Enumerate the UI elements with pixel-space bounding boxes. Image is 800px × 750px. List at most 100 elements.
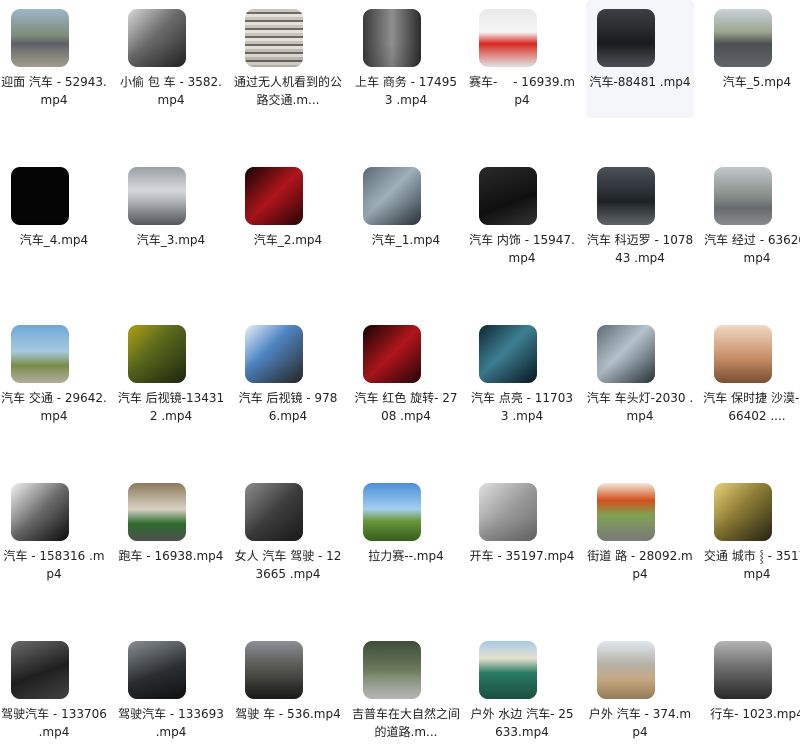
file-item[interactable]: 汽车 车头灯-2030 .mp4 bbox=[586, 316, 694, 434]
video-thumbnail[interactable] bbox=[597, 325, 655, 383]
file-item[interactable]: 汽车_3.mp4 bbox=[117, 158, 225, 276]
file-name: 开车 - 35197.mp4 bbox=[469, 549, 575, 563]
file-name: 跑车 - 16938.mp4 bbox=[118, 549, 224, 563]
file-item[interactable]: 户外 水边 汽车- 25633.mp4 bbox=[468, 632, 576, 750]
file-item[interactable]: 跑车 - 16938.mp4 bbox=[117, 474, 225, 592]
file-name: 汽车 交通 - 29642.mp4 bbox=[1, 391, 107, 423]
video-thumbnail[interactable] bbox=[11, 641, 69, 699]
file-item[interactable]: 开车 - 35197.mp4 bbox=[468, 474, 576, 592]
video-thumbnail[interactable] bbox=[128, 325, 186, 383]
video-thumbnail[interactable] bbox=[11, 9, 69, 67]
file-item[interactable]: 汽车 交通 - 29642.mp4 bbox=[0, 316, 108, 434]
file-item[interactable]: 通过无人机看到的公路交通.m... bbox=[234, 0, 342, 118]
video-thumbnail[interactable] bbox=[363, 641, 421, 699]
video-thumbnail[interactable] bbox=[128, 9, 186, 67]
video-thumbnail[interactable] bbox=[479, 167, 537, 225]
file-name: 汽车 - 158316 .mp4 bbox=[3, 549, 105, 581]
file-name: 汽车_1.mp4 bbox=[371, 233, 441, 247]
file-item[interactable]: 汽车 后视镜 - 9786.mp4 bbox=[234, 316, 342, 434]
file-name: 迎面 汽车 - 52943.mp4 bbox=[1, 75, 107, 107]
file-name: 汽车 经过 - 63620.mp4 bbox=[704, 233, 800, 265]
file-name: 赛车- - 16939.mp4 bbox=[469, 75, 575, 107]
file-item[interactable]: 汽车 科迈罗 - 107843 .mp4 bbox=[586, 158, 694, 276]
video-thumbnail[interactable] bbox=[714, 167, 772, 225]
file-name: 汽车 保时捷 沙漠- 166402 .... bbox=[703, 391, 800, 423]
video-thumbnail[interactable] bbox=[597, 9, 655, 67]
video-thumbnail[interactable] bbox=[597, 167, 655, 225]
file-name: 汽车 科迈罗 - 107843 .mp4 bbox=[586, 233, 694, 265]
file-name: 汽车 后视镜 - 9786.mp4 bbox=[238, 391, 338, 423]
file-item[interactable]: 汽车 红色 旋转- 2708 .mp4 bbox=[352, 316, 460, 434]
file-item[interactable]: 汽车 保时捷 沙漠- 166402 .... bbox=[703, 316, 800, 434]
file-item[interactable]: 街道 路 - 28092.mp4 bbox=[586, 474, 694, 592]
video-thumbnail[interactable] bbox=[479, 483, 537, 541]
video-thumbnail[interactable] bbox=[363, 483, 421, 541]
file-item[interactable]: 汽车_1.mp4 bbox=[352, 158, 460, 276]
file-item[interactable]: 小偷 包 车 - 3582.mp4 bbox=[117, 0, 225, 118]
file-item[interactable]: 户外 汽车 - 374.mp4 bbox=[586, 632, 694, 750]
file-name: 拉力赛--.mp4 bbox=[368, 549, 444, 563]
file-item[interactable]: 迎面 汽车 - 52943.mp4 bbox=[0, 0, 108, 118]
file-name: 上车 商务 - 174953 .mp4 bbox=[355, 75, 457, 107]
file-name: 女人 汽车 驾驶 - 123665 .mp4 bbox=[234, 549, 342, 581]
file-item[interactable]: 汽车-88481 .mp4 bbox=[586, 0, 694, 118]
file-item[interactable]: 汽车 后视镜-134312 .mp4 bbox=[117, 316, 225, 434]
video-thumbnail[interactable] bbox=[714, 9, 772, 67]
file-name: 汽车 车头灯-2030 .mp4 bbox=[586, 391, 694, 423]
file-item[interactable]: 上车 商务 - 174953 .mp4 bbox=[352, 0, 460, 118]
file-item[interactable]: 驾驶 车 - 536.mp4 bbox=[234, 632, 342, 750]
file-name: 驾驶汽车 - 133693 .mp4 bbox=[118, 707, 224, 739]
video-thumbnail[interactable] bbox=[11, 325, 69, 383]
video-thumbnail[interactable] bbox=[128, 167, 186, 225]
video-thumbnail[interactable] bbox=[128, 641, 186, 699]
video-thumbnail[interactable] bbox=[245, 325, 303, 383]
file-item[interactable]: 汽车 点亮 - 117033 .mp4 bbox=[468, 316, 576, 434]
file-name: 汽车_5.mp4 bbox=[722, 75, 792, 89]
file-item[interactable]: 吉普车在大自然之间的道路.m... bbox=[352, 632, 460, 750]
file-name: 吉普车在大自然之间的道路.m... bbox=[352, 707, 461, 739]
file-name: 驾驶 车 - 536.mp4 bbox=[235, 707, 341, 721]
video-thumbnail[interactable] bbox=[479, 325, 537, 383]
video-thumbnail[interactable] bbox=[597, 641, 655, 699]
file-item[interactable]: 汽车_2.mp4 bbox=[234, 158, 342, 276]
file-name: 汽车 后视镜-134312 .mp4 bbox=[117, 391, 225, 423]
file-name: 户外 水边 汽车- 25633.mp4 bbox=[470, 707, 574, 739]
file-item[interactable]: 汽车 内饰 - 15947.mp4 bbox=[468, 158, 576, 276]
file-item[interactable]: 汽车 - 158316 .mp4 bbox=[0, 474, 108, 592]
file-name: 汽车 红色 旋转- 2708 .mp4 bbox=[354, 391, 458, 423]
file-name: 通过无人机看到的公路交通.m... bbox=[234, 75, 343, 107]
file-item[interactable]: 汽车_5.mp4 bbox=[703, 0, 800, 118]
video-thumbnail[interactable] bbox=[479, 9, 537, 67]
video-thumbnail[interactable] bbox=[714, 641, 772, 699]
file-item[interactable]: 女人 汽车 驾驶 - 123665 .mp4 bbox=[234, 474, 342, 592]
video-thumbnail[interactable] bbox=[714, 483, 772, 541]
video-thumbnail[interactable] bbox=[363, 325, 421, 383]
file-item[interactable]: 汽车 经过 - 63620.mp4 bbox=[703, 158, 800, 276]
file-name: 汽车 内饰 - 15947.mp4 bbox=[469, 233, 575, 265]
video-thumbnail[interactable] bbox=[11, 167, 69, 225]
video-thumbnail[interactable] bbox=[11, 483, 69, 541]
video-thumbnail[interactable] bbox=[245, 9, 303, 67]
file-item[interactable]: 交通 城市 ⸾ - 3517.mp4 bbox=[703, 474, 800, 592]
file-name: 街道 路 - 28092.mp4 bbox=[587, 549, 693, 581]
file-name: 汽车 点亮 - 117033 .mp4 bbox=[471, 391, 573, 423]
file-name: 汽车_4.mp4 bbox=[19, 233, 89, 247]
video-thumbnail[interactable] bbox=[714, 325, 772, 383]
file-item[interactable]: 拉力赛--.mp4 bbox=[352, 474, 460, 592]
video-thumbnail[interactable] bbox=[245, 483, 303, 541]
video-thumbnail[interactable] bbox=[363, 167, 421, 225]
file-name: 户外 汽车 - 374.mp4 bbox=[588, 707, 692, 739]
file-name: 小偷 包 车 - 3582.mp4 bbox=[120, 75, 222, 107]
video-thumbnail[interactable] bbox=[363, 9, 421, 67]
file-item[interactable]: 驾驶汽车 - 133693 .mp4 bbox=[117, 632, 225, 750]
video-thumbnail[interactable] bbox=[245, 167, 303, 225]
file-item[interactable]: 汽车_4.mp4 bbox=[0, 158, 108, 276]
video-thumbnail[interactable] bbox=[597, 483, 655, 541]
file-item[interactable]: 驾驶汽车 - 133706 .mp4 bbox=[0, 632, 108, 750]
video-thumbnail[interactable] bbox=[479, 641, 537, 699]
file-name: 交通 城市 ⸾ - 3517.mp4 bbox=[703, 549, 800, 581]
file-item[interactable]: 赛车- - 16939.mp4 bbox=[468, 0, 576, 118]
video-thumbnail[interactable] bbox=[245, 641, 303, 699]
video-thumbnail[interactable] bbox=[128, 483, 186, 541]
file-item[interactable]: 行车- 1023.mp4 bbox=[703, 632, 800, 750]
